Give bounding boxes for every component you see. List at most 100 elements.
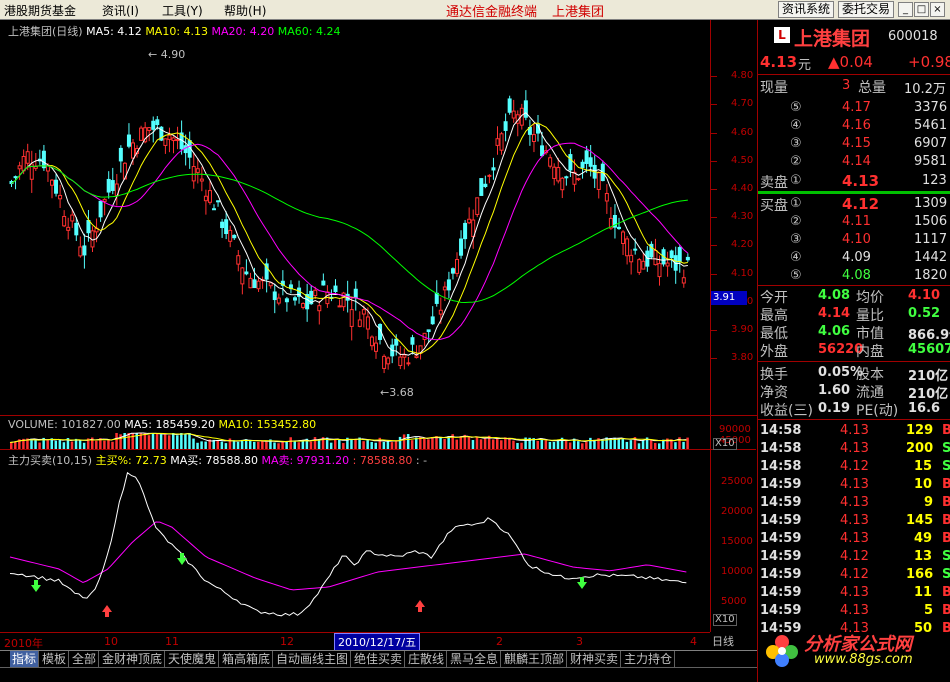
- tick-row[interactable]: 14:59 4.13 145 B: [758, 512, 950, 530]
- volume-bar: [220, 441, 224, 449]
- candle-body: [568, 154, 573, 171]
- sell-level-index: ④: [790, 118, 802, 133]
- volume-bar: [163, 434, 167, 449]
- candle-body: [507, 98, 512, 113]
- volume-bar: [658, 443, 661, 449]
- tab-5[interactable]: 箱高箱底: [220, 651, 274, 668]
- tab-11[interactable]: 财神买卖: [568, 651, 622, 668]
- tab-9[interactable]: 黑马全息: [448, 651, 502, 668]
- volume-tick: 90000: [719, 424, 751, 435]
- tab-6[interactable]: 自动画线主图: [274, 651, 352, 668]
- volume-panel[interactable]: VOLUME: 101827.00 MA5: 185459.20 MA10: 1…: [0, 416, 710, 450]
- price-tickmark: [711, 358, 717, 360]
- fin-value: 16.6: [908, 401, 941, 416]
- volume-bar: [552, 441, 556, 449]
- trade-order-button[interactable]: 委托交易: [838, 1, 895, 18]
- stats-value: 0.52: [908, 306, 941, 321]
- tab-3[interactable]: 金财神顶底: [100, 651, 166, 668]
- tick-price: 4.13: [840, 423, 869, 438]
- buy-level-price: 4.11: [842, 214, 871, 229]
- volume-bar: [504, 437, 507, 449]
- tab-4[interactable]: 天使魔鬼: [166, 651, 220, 668]
- sell-level-volume: 9581: [914, 154, 948, 169]
- fin-value: 0.19: [818, 401, 851, 416]
- tick-volume: 11: [914, 585, 933, 600]
- tick-direction: B: [942, 423, 950, 438]
- tick-row[interactable]: 14:59 4.13 11 B: [758, 584, 950, 602]
- sell-level-index: ②: [790, 154, 802, 169]
- total-volume-value: 10.2万: [904, 82, 946, 97]
- buy-level-price: 4.08: [842, 268, 871, 283]
- menu-bar: 港股期货基金 资讯(I) 工具(Y) 帮助(H) 通达信金融终端 上港集团 资讯…: [0, 0, 950, 20]
- current-volume-value: 3: [842, 78, 851, 93]
- tick-time: 14:59: [760, 549, 802, 564]
- stats-label: 均价: [856, 290, 884, 306]
- tick-row[interactable]: 14:58 4.13 200 S: [758, 440, 950, 458]
- volume-bar: [471, 440, 475, 449]
- buy-level-index: ⑤: [790, 268, 802, 283]
- tab-7[interactable]: 绝佳买卖: [352, 651, 406, 668]
- sell-level-row: ② 4.14 9581: [758, 153, 950, 171]
- tick-row[interactable]: 14:58 4.12 15 S: [758, 458, 950, 476]
- candlestick-chart[interactable]: ← 4.90 ←3.68: [0, 20, 710, 416]
- menu-info[interactable]: 资讯(I): [102, 2, 139, 19]
- candlestick-panel[interactable]: 上港集团(日线) MA5: 4.12 MA10: 4.13 MA20: 4.20…: [0, 20, 757, 416]
- price-tickmark: [711, 245, 717, 247]
- tick-row[interactable]: 14:58 4.13 129 B: [758, 422, 950, 440]
- tick-row[interactable]: 14:59 4.13 49 B: [758, 530, 950, 548]
- indicator-tick: 5000: [721, 596, 747, 607]
- buy-level-row: ③ 4.10 1117: [758, 231, 950, 249]
- tab-2[interactable]: 全部: [70, 651, 100, 668]
- tab-8[interactable]: 庄散线: [406, 651, 448, 668]
- menu-tools[interactable]: 工具(Y): [162, 2, 203, 19]
- volume-bar: [479, 439, 483, 449]
- period-label[interactable]: 日线: [712, 633, 734, 649]
- tick-row[interactable]: 14:59 4.12 13 S: [758, 548, 950, 566]
- sell-arrow-icon: [31, 580, 41, 592]
- tick-row[interactable]: 14:59 4.13 9 B: [758, 494, 950, 512]
- maximize-button[interactable]: □: [914, 2, 929, 17]
- candle-body: [313, 289, 318, 297]
- indicator-panel[interactable]: 主力买卖(10,15) 主买%: 72.73 MA买: 78588.80 MA卖…: [0, 450, 710, 632]
- tick-price: 4.13: [840, 531, 869, 546]
- tab-0[interactable]: 指标: [10, 651, 40, 668]
- tab-1[interactable]: 模板: [40, 651, 70, 668]
- tick-direction: S: [942, 549, 950, 564]
- current-price-tag: 3.91: [711, 291, 747, 305]
- sell1-level: ①: [790, 173, 802, 188]
- volume-bar: [682, 441, 685, 449]
- volume-bar: [155, 433, 159, 449]
- candle-body: [70, 214, 75, 222]
- volume-bar: [62, 442, 66, 449]
- volume-unit: X10: [713, 438, 737, 450]
- candle-body: [410, 337, 415, 345]
- close-button[interactable]: ×: [930, 2, 945, 17]
- volume-bar: [641, 440, 645, 449]
- candle-body: [244, 271, 249, 275]
- price-tickmark: [711, 76, 717, 78]
- sell-level-index: ⑤: [790, 100, 802, 115]
- tick-row[interactable]: 14:59 4.12 166 S: [758, 566, 950, 584]
- tab-10[interactable]: 麒麟王顶部: [502, 651, 568, 668]
- volume-bar: [196, 442, 199, 449]
- info-system-button[interactable]: 资讯系统: [778, 1, 835, 18]
- tick-direction: B: [942, 603, 950, 618]
- menu-help[interactable]: 帮助(H): [224, 2, 266, 19]
- tick-price: 4.13: [840, 477, 869, 492]
- volume-bar: [342, 443, 345, 449]
- minimize-button[interactable]: _: [898, 2, 913, 17]
- candle-body: [252, 279, 257, 289]
- volume-bar: [78, 439, 82, 449]
- tick-row[interactable]: 14:59 4.13 5 B: [758, 602, 950, 620]
- candle-body: [232, 234, 237, 239]
- candle-body: [106, 178, 111, 193]
- tick-row[interactable]: 14:59 4.13 10 B: [758, 476, 950, 494]
- tick-volume: 200: [906, 441, 934, 456]
- volume-bar: [188, 433, 191, 449]
- candle-body: [21, 155, 26, 172]
- sell-level-price: 4.16: [842, 118, 871, 133]
- tab-12[interactable]: 主力持仓: [622, 651, 676, 668]
- candle-body: [50, 179, 54, 186]
- menu-hk-futures[interactable]: 港股期货基金: [4, 2, 76, 19]
- volume-bar: [46, 440, 49, 449]
